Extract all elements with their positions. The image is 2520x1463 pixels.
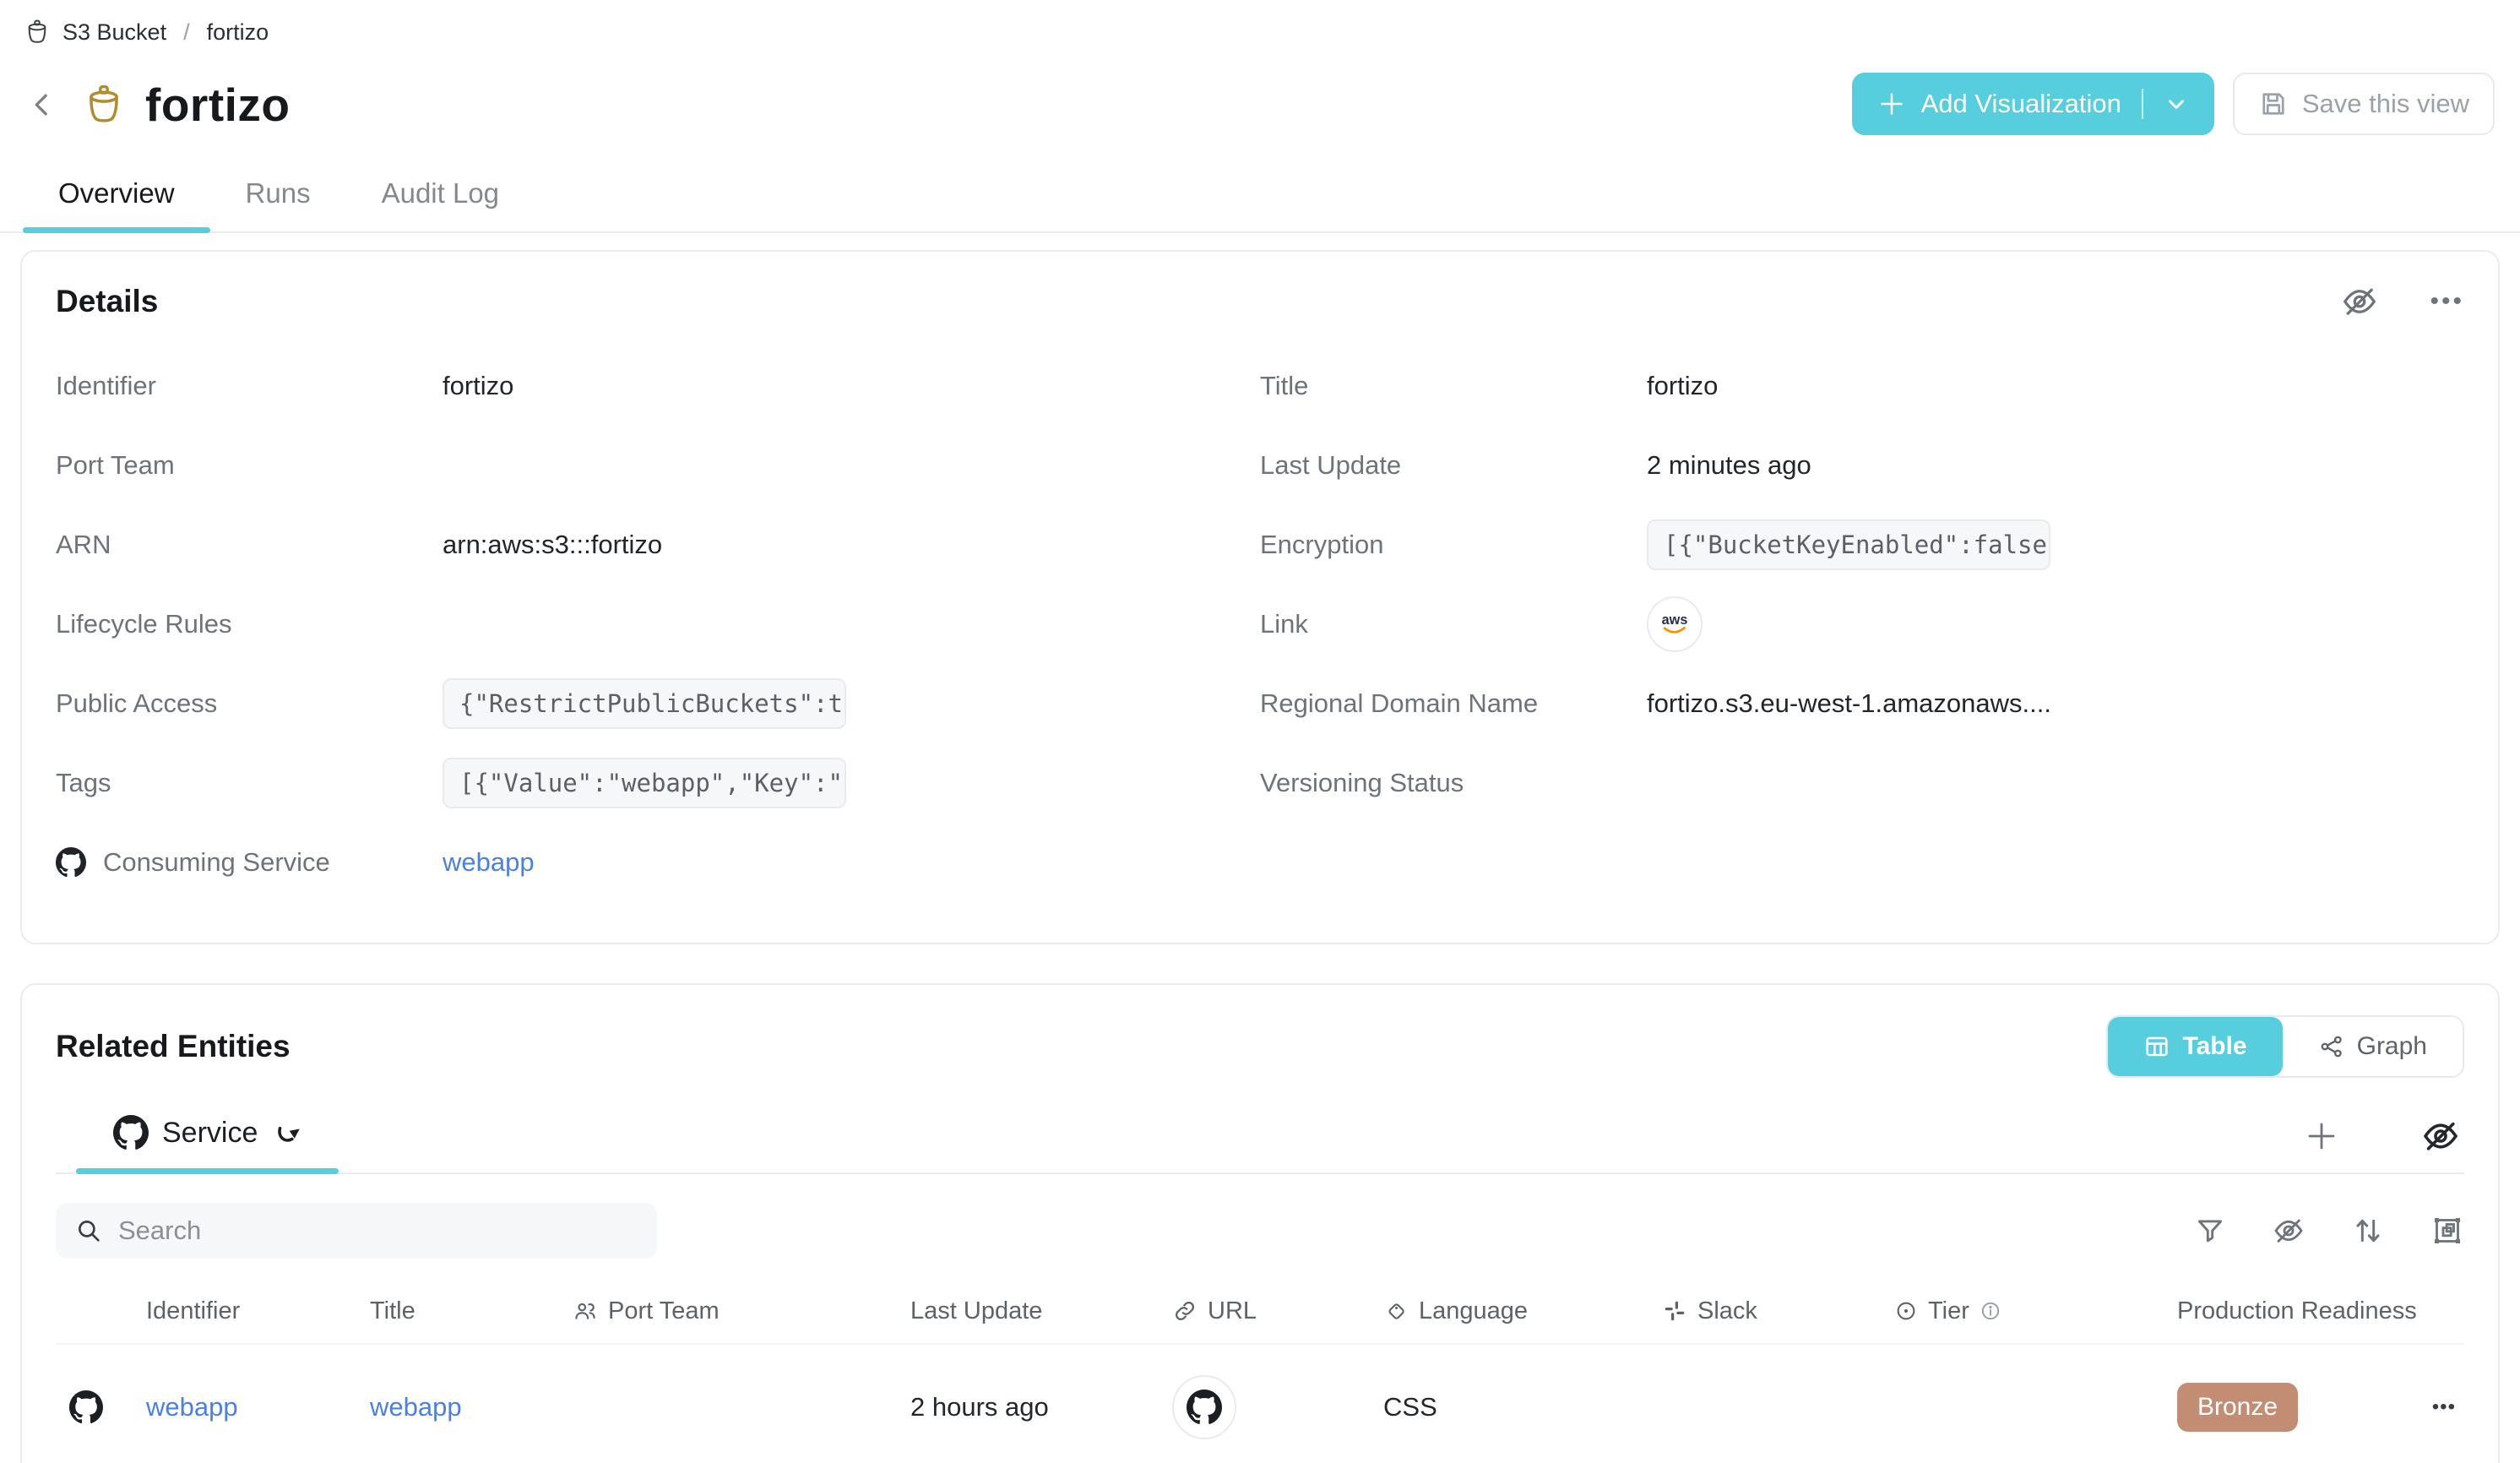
column-url[interactable]: URL — [1159, 1297, 1370, 1325]
row-language: CSS — [1370, 1392, 1648, 1422]
column-identifier[interactable]: Identifier — [133, 1297, 356, 1325]
info-icon[interactable] — [1980, 1300, 2001, 1322]
row-title-link[interactable]: webapp — [370, 1392, 462, 1422]
production-readiness-badge: Bronze — [2177, 1383, 2298, 1432]
table-icon — [2143, 1033, 2170, 1060]
breadcrumb-separator: / — [183, 19, 190, 46]
search-box — [56, 1203, 657, 1259]
field-versioning-status: Versioning Status — [1260, 743, 2464, 823]
sort-icon[interactable] — [2351, 1214, 2385, 1248]
row-entity-icon-cell — [56, 1390, 133, 1424]
filter-icon[interactable] — [2194, 1215, 2226, 1247]
tab-runs[interactable]: Runs — [210, 164, 346, 231]
tab-overview[interactable]: Overview — [23, 164, 210, 231]
field-regional-domain-name: Regional Domain Name fortizo.s3.eu-west-… — [1260, 664, 2464, 743]
field-link: Link aws — [1260, 585, 2464, 664]
encryption-json-chip[interactable]: [{"BucketKeyEnabled":false, — [1647, 519, 2050, 570]
details-left-column: Identifier fortizo Port Team ARN arn:aws… — [56, 346, 1260, 902]
s3-bucket-icon — [83, 84, 125, 126]
table-toolbar — [56, 1203, 2464, 1259]
row-url-github-link[interactable] — [1172, 1375, 1236, 1439]
field-tags: Tags [{"Value":"webapp","Key":"s — [56, 743, 1260, 823]
entity-header: fortizo Add Visualization — [24, 71, 2496, 139]
breadcrumb-blueprint[interactable]: S3 Bucket — [62, 19, 166, 46]
github-icon — [56, 847, 86, 878]
graph-icon — [2318, 1033, 2345, 1060]
button-divider — [2142, 89, 2143, 119]
related-entities-title: Related Entities — [56, 1029, 291, 1064]
column-port-team[interactable]: Port Team — [559, 1297, 897, 1325]
details-card: Details ••• Identifier fortizo Port Team — [20, 250, 2500, 944]
relation-direction-icon — [271, 1118, 301, 1148]
table-row[interactable]: webapp webapp 2 hours ago CSS Bronze ••• — [56, 1345, 2464, 1463]
field-title: Title fortizo — [1260, 346, 2464, 426]
table-header-row: Identifier Title Port Team Last Update — [56, 1279, 2464, 1345]
column-slack[interactable]: Slack — [1648, 1297, 1881, 1325]
search-input[interactable] — [118, 1216, 638, 1246]
tab-service-label: Service — [162, 1117, 258, 1150]
related-entities-table: Identifier Title Port Team Last Update — [56, 1279, 2464, 1463]
save-icon — [2258, 89, 2289, 119]
bucket-icon — [24, 19, 51, 46]
related-entities-card: Related Entities Table — [20, 983, 2500, 1463]
field-last-update: Last Update 2 minutes ago — [1260, 426, 2464, 505]
column-tier[interactable]: Tier — [1881, 1297, 2164, 1325]
row-last-update: 2 hours ago — [897, 1392, 1159, 1422]
slack-icon — [1662, 1298, 1687, 1324]
top-bar: S3 Bucket / fortizo fortizo — [0, 0, 2520, 139]
page-title: fortizo — [145, 78, 291, 132]
field-lifecycle-rules: Lifecycle Rules — [56, 585, 1260, 664]
row-identifier-link[interactable]: webapp — [146, 1392, 238, 1422]
hide-empty-values-icon[interactable] — [2340, 282, 2379, 321]
group-by-icon[interactable] — [2430, 1214, 2464, 1248]
view-toggle: Table Graph — [2106, 1015, 2464, 1078]
plus-icon — [1877, 90, 1906, 118]
add-related-entity-button[interactable] — [2304, 1118, 2339, 1154]
github-icon — [113, 1115, 149, 1150]
header-actions: Add Visualization Save this view — [1852, 73, 2495, 135]
team-icon — [573, 1298, 598, 1324]
save-view-label: Save this view — [2302, 89, 2469, 119]
tab-audit-log[interactable]: Audit Log — [346, 164, 535, 231]
link-icon — [1172, 1298, 1198, 1324]
field-public-access: Public Access {"RestrictPublicBuckets":t… — [56, 664, 1260, 743]
tag-icon — [1383, 1298, 1409, 1324]
related-tabs: Service — [56, 1100, 2464, 1174]
column-title[interactable]: Title — [356, 1297, 559, 1325]
field-port-team: Port Team — [56, 426, 1260, 505]
github-icon — [69, 1390, 103, 1424]
chevron-down-icon[interactable] — [2164, 91, 2189, 117]
graph-view-button[interactable]: Graph — [2283, 1017, 2463, 1076]
consuming-service-link[interactable]: webapp — [443, 847, 535, 878]
svg-text:aws: aws — [1662, 612, 1688, 628]
tags-json-chip[interactable]: [{"Value":"webapp","Key":"s — [443, 758, 846, 808]
tab-service[interactable]: Service — [76, 1100, 339, 1172]
column-last-update[interactable]: Last Update — [897, 1297, 1159, 1325]
details-title: Details — [56, 284, 158, 319]
field-arn: ARN arn:aws:s3:::fortizo — [56, 505, 1260, 585]
field-identifier: Identifier fortizo — [56, 346, 1260, 426]
breadcrumb: S3 Bucket / fortizo — [24, 15, 2496, 49]
save-view-button[interactable]: Save this view — [2233, 73, 2495, 135]
details-right-column: Title fortizo Last Update 2 minutes ago … — [1260, 346, 2464, 902]
column-language[interactable]: Language — [1370, 1297, 1648, 1325]
field-encryption: Encryption [{"BucketKeyEnabled":false, — [1260, 505, 2464, 585]
column-production-readiness[interactable]: Production Readiness — [2164, 1297, 2417, 1325]
field-consuming-service: Consuming Service webapp — [56, 823, 1260, 902]
public-access-json-chip[interactable]: {"RestrictPublicBuckets":tr — [443, 678, 846, 729]
add-visualization-button[interactable]: Add Visualization — [1852, 73, 2214, 135]
hide-columns-icon[interactable] — [2272, 1214, 2305, 1248]
back-button[interactable] — [24, 86, 61, 123]
entity-tabs: Overview Runs Audit Log — [0, 164, 2520, 233]
add-visualization-label: Add Visualization — [1921, 89, 2121, 119]
target-icon — [1894, 1299, 1918, 1323]
hide-empty-columns-icon[interactable] — [2420, 1116, 2461, 1156]
row-more-actions-button[interactable]: ••• — [2432, 1397, 2456, 1417]
search-icon — [74, 1216, 103, 1245]
aws-link-icon[interactable]: aws — [1647, 596, 1703, 652]
breadcrumb-entity: fortizo — [207, 19, 269, 46]
table-view-button[interactable]: Table — [2108, 1017, 2282, 1076]
more-actions-button[interactable]: ••• — [2430, 289, 2464, 314]
